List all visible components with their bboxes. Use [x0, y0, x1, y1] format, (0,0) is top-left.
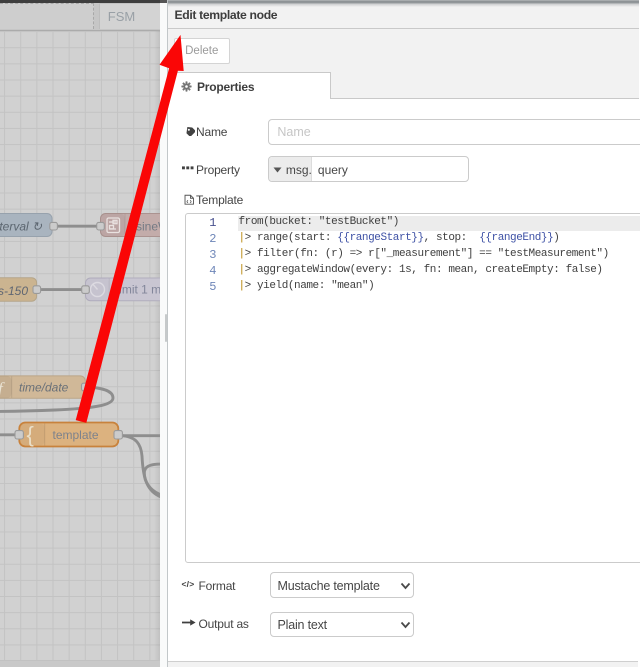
svg-text:s-150: s-150 [0, 284, 28, 298]
svg-text:time/date: time/date [19, 381, 69, 395]
svg-text:sineW: sineW [136, 220, 160, 234]
svg-text:limit 1 ms: limit 1 ms [117, 283, 161, 297]
svg-text:template: template [53, 428, 99, 442]
svg-text:interval ↻: interval ↻ [0, 220, 43, 234]
svg-text:{: { [27, 422, 34, 447]
